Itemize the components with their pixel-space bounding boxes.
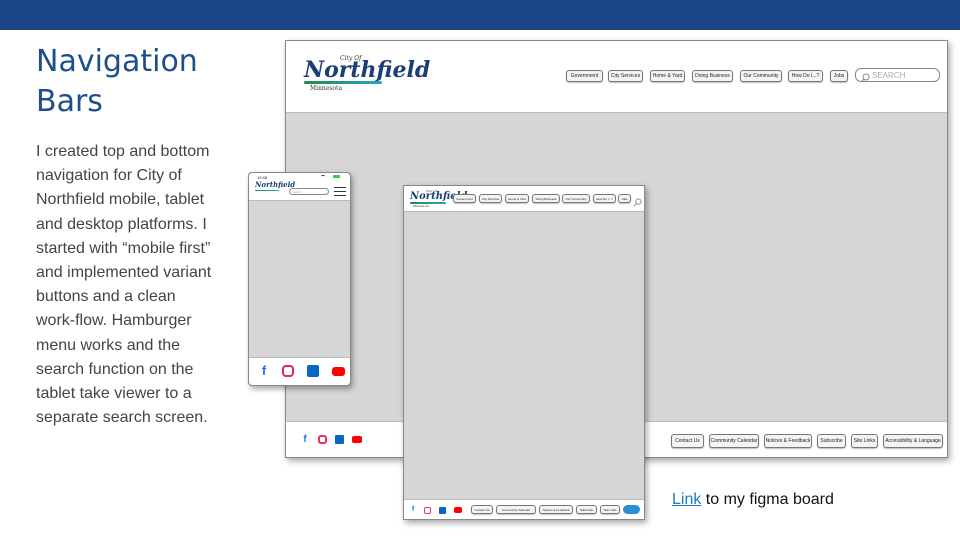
mobile-search-input[interactable]: Search [289, 188, 329, 195]
mobile-logo-wave [255, 190, 279, 191]
search-placeholder: SEARCH [872, 70, 906, 80]
nav-government[interactable]: Government [566, 70, 603, 82]
tablet-footer: f Contact Us Community Calendar Notices … [404, 499, 644, 519]
tablet-social-icons: f [410, 506, 462, 514]
figma-link[interactable]: Link [672, 491, 701, 508]
youtube-icon[interactable] [352, 436, 362, 443]
logo-name: Northfield [304, 57, 431, 83]
tablet-header: City Of Northfield Minnesota Government … [404, 186, 644, 212]
mobile-social-icons: f [259, 364, 345, 378]
tablet-nav-doing-business[interactable]: Doing Business [532, 194, 560, 203]
mobile-footer: f [249, 357, 350, 385]
mobile-header: 12:48 Northfield Search [249, 173, 350, 201]
desktop-social-icons: f [300, 434, 362, 445]
instagram-icon[interactable] [282, 365, 294, 377]
mobile-mockup: 12:48 Northfield Search f [248, 172, 351, 386]
desktop-header: City Of Northfield Minnesota Government … [286, 41, 947, 113]
linkedin-icon[interactable] [335, 435, 344, 444]
linkedin-icon[interactable] [307, 365, 319, 377]
desktop-search-input[interactable]: SEARCH [855, 68, 940, 83]
linkedin-icon[interactable] [439, 506, 446, 514]
footer-contact-us[interactable]: Contact Us [671, 434, 704, 448]
slide: Navigation Bars I created top and bottom… [0, 0, 960, 540]
nav-how-do-i[interactable]: How Do I...? [788, 70, 823, 82]
footer-subscribe[interactable]: Subscribe [817, 434, 846, 448]
logo-state: Minnesota [310, 85, 343, 92]
desktop-logo[interactable]: City Of Northfield Minnesota [304, 55, 430, 95]
figma-link-suffix: to my figma board [701, 491, 834, 508]
instagram-icon[interactable] [318, 435, 327, 444]
tablet-logo[interactable]: City Of Northfield Minnesota [410, 189, 467, 209]
footer-community-calendar[interactable]: Community Calendar [709, 434, 759, 448]
tablet-nav-home-yard[interactable]: Home & Yard [505, 194, 529, 203]
tablet-footer-notices-feedback[interactable]: Notices & Feedback [539, 505, 573, 514]
footer-notices-feedback[interactable]: Notices & Feedback [764, 434, 812, 448]
facebook-icon[interactable]: f [259, 364, 269, 378]
tablet-footer-subscribe[interactable]: Subscribe [576, 505, 597, 514]
tablet-logo-state: Minnesota [413, 204, 430, 208]
youtube-icon[interactable] [454, 507, 462, 513]
mobile-logo[interactable]: Northfield [255, 181, 295, 197]
nav-our-community[interactable]: Our Community [740, 70, 782, 82]
tablet-footer-site-links[interactable]: Site Links [600, 505, 620, 514]
instagram-icon[interactable] [424, 506, 431, 514]
hamburger-line [334, 187, 346, 188]
mobile-search-placeholder: Search [292, 189, 302, 194]
search-icon [860, 70, 870, 83]
tablet-mockup: City Of Northfield Minnesota Government … [403, 185, 645, 520]
tablet-footer-community-calendar[interactable]: Community Calendar [496, 505, 536, 514]
tablet-nav-jobs[interactable]: Jobs [618, 194, 631, 203]
slide-header-bar [0, 0, 960, 30]
tablet-search-icon[interactable] [633, 194, 642, 207]
facebook-icon[interactable]: f [300, 434, 310, 445]
footer-accessibility-language[interactable]: Accessibility & Language [883, 434, 943, 448]
tablet-nav-government[interactable]: Government [453, 194, 476, 203]
slide-title: Navigation Bars [36, 44, 198, 119]
tablet-nav-our-community[interactable]: Our Community [562, 194, 590, 203]
tablet-nav-how-do-i[interactable]: How Do I...? [593, 194, 616, 203]
nav-home-yard[interactable]: Home & Yard [650, 70, 685, 82]
youtube-icon[interactable] [332, 366, 345, 376]
nav-jobs[interactable]: Jobs [830, 70, 848, 82]
nav-city-services[interactable]: City Services [608, 70, 643, 82]
mobile-logo-name: Northfield [255, 180, 296, 189]
slide-description: I created top and bottom navigation for … [36, 143, 212, 427]
facebook-icon[interactable]: f [410, 506, 416, 514]
battery-icon [333, 175, 340, 178]
tablet-footer-contact-us[interactable]: Contact Us [471, 505, 493, 514]
logo-wave [304, 81, 382, 84]
nav-doing-business[interactable]: Doing Business [692, 70, 733, 82]
hamburger-menu-icon[interactable] [334, 187, 346, 196]
tablet-nav-city-services[interactable]: City Services [479, 194, 502, 203]
hamburger-line [334, 191, 346, 192]
footer-site-links[interactable]: Site Links [851, 434, 878, 448]
hamburger-line [334, 195, 346, 196]
figma-link-line: Link to my figma board [672, 491, 834, 509]
tablet-footer-toggle[interactable] [623, 505, 640, 514]
wifi-icon [321, 175, 325, 178]
